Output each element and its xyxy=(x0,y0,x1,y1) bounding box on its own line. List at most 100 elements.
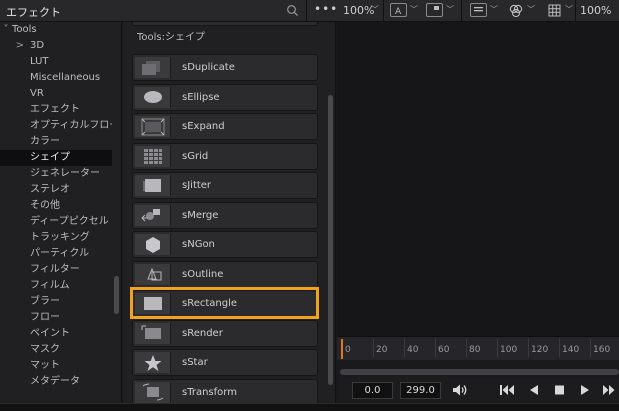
tool-item[interactable]: sStar xyxy=(132,349,318,376)
fast-forward-icon[interactable] xyxy=(601,382,618,398)
tree-item-label: フィルム xyxy=(30,280,70,291)
ruler-tick xyxy=(404,339,405,357)
tool-item[interactable]: sRender xyxy=(132,319,318,347)
grid-guides-icon[interactable] xyxy=(548,4,561,17)
tree-item[interactable]: マスク xyxy=(0,342,112,358)
text-overlay-icon[interactable]: A xyxy=(390,3,407,17)
chevron-right-icon[interactable]: > xyxy=(0,38,30,54)
ruler-tick-label: 80 xyxy=(469,345,481,355)
duplicate-icon xyxy=(135,57,171,78)
chevron-down-icon[interactable]: ﹀ xyxy=(446,4,454,15)
tree-item-label: エフェクト xyxy=(30,104,80,115)
tree-item[interactable]: メタデータ xyxy=(0,374,112,390)
tree-item-label: フロー xyxy=(30,312,60,323)
tree-item[interactable]: フロー xyxy=(0,310,112,326)
tree-item[interactable]: パーティクル xyxy=(0,246,112,262)
ruler-tick-label: 40 xyxy=(407,345,419,355)
chevron-down-icon[interactable]: ﹀ xyxy=(565,4,573,15)
current-frame-field[interactable]: 0.0 xyxy=(352,382,393,399)
tree-item[interactable]: ディープピクセル xyxy=(0,214,112,230)
tree-item[interactable]: シェイプ xyxy=(0,150,112,166)
tree-item[interactable]: エフェクト xyxy=(0,102,112,118)
ruler-tick xyxy=(435,339,436,357)
tree-item[interactable]: その他 xyxy=(0,198,112,214)
tool-item[interactable]: sEllipse xyxy=(132,83,318,111)
tree-item[interactable]: トラッキング xyxy=(0,230,112,246)
tree-item-label: その他 xyxy=(30,200,60,211)
tree-item-label: カラー xyxy=(30,136,60,147)
tree-item-label: フィルター xyxy=(30,264,80,275)
list-view-icon[interactable] xyxy=(470,3,487,17)
tool-item-label: sDuplicate xyxy=(182,62,235,73)
timeline-scrollbar[interactable] xyxy=(340,369,619,375)
play-reverse-icon[interactable] xyxy=(526,382,543,398)
tool-item[interactable]: sDuplicate xyxy=(132,54,318,81)
toolbar-divider xyxy=(575,0,576,22)
color-channels-icon[interactable] xyxy=(508,3,524,19)
ruler-tick xyxy=(466,339,467,357)
tree-item[interactable]: >3D xyxy=(0,38,112,54)
tree-item[interactable]: ステレオ xyxy=(0,182,112,198)
tree-scrollbar[interactable] xyxy=(114,276,119,314)
chevron-down-icon[interactable]: ﹀ xyxy=(490,4,498,15)
tool-item[interactable]: sTransform xyxy=(132,378,318,403)
ruler-tick xyxy=(497,339,498,357)
tool-item[interactable]: sJitter xyxy=(132,172,318,199)
bottom-status-strip xyxy=(0,403,619,411)
ngon-icon xyxy=(135,234,171,255)
tool-item-label: sMerge xyxy=(182,209,219,221)
tree-item[interactable]: Miscellaneous xyxy=(0,70,112,86)
tree-item[interactable]: カラー xyxy=(0,134,112,150)
playhead[interactable] xyxy=(341,339,343,359)
chevron-down-icon: ˅ xyxy=(3,24,9,35)
toolbar-divider xyxy=(383,0,384,22)
list-scrollbar[interactable] xyxy=(328,95,333,385)
chevron-down-icon[interactable]: ﹀ xyxy=(371,4,379,15)
tool-item[interactable]: sNGon xyxy=(132,231,318,258)
tree-item[interactable]: ペイント xyxy=(0,326,112,342)
star-icon xyxy=(135,352,171,373)
viewer-layout-icon[interactable] xyxy=(426,3,443,17)
ruler-tick-label: 160 xyxy=(593,345,611,355)
search-icon[interactable] xyxy=(286,4,299,17)
viewer-zoom-right[interactable]: 100% xyxy=(580,4,611,17)
tool-item-label: sNGon xyxy=(182,239,215,250)
ruler-tick-label: 120 xyxy=(531,345,549,355)
audio-icon[interactable] xyxy=(451,382,468,398)
tree-item[interactable]: フィルム xyxy=(0,278,112,294)
stop-icon[interactable] xyxy=(551,382,568,398)
merge-icon xyxy=(135,204,171,226)
render-icon xyxy=(135,322,171,344)
tree-item[interactable]: LUT xyxy=(0,54,112,70)
effects-tree: ˅ Tools >3D LUT Miscellaneous VR エフェクトオプティカルフ… xyxy=(0,22,122,403)
viewer-zoom-left[interactable]: 100% xyxy=(343,4,374,17)
tool-item[interactable]: sMerge xyxy=(132,201,318,229)
go-to-start-icon[interactable] xyxy=(499,382,516,398)
chevron-down-icon[interactable]: ﹀ xyxy=(527,4,535,15)
tree-item[interactable]: マット xyxy=(0,358,112,374)
tree-item[interactable]: VR xyxy=(0,86,112,102)
ruler-tick-label: 20 xyxy=(376,345,388,355)
end-frame-field[interactable]: 299.0 xyxy=(400,382,441,399)
toolbar-divider xyxy=(306,0,307,22)
tool-item[interactable]: sGrid xyxy=(132,142,318,170)
expand-icon xyxy=(135,116,171,137)
timeline-ruler[interactable]: 0 20 40 60 80 100 120 140 160 xyxy=(337,336,619,360)
partial-tool-item xyxy=(132,22,318,26)
more-options-icon[interactable]: ••• xyxy=(314,2,337,18)
panel-title: エフェクト xyxy=(6,6,61,19)
ellipse-icon xyxy=(135,86,171,108)
tree-item[interactable]: オプティカルフロー xyxy=(0,118,112,134)
outline-icon xyxy=(135,263,171,285)
tree-item[interactable]: ブラー xyxy=(0,294,112,310)
tree-root-tools[interactable]: ˅ Tools xyxy=(0,22,112,38)
tool-item[interactable]: sExpand xyxy=(132,113,318,140)
chevron-down-icon[interactable]: ﹀ xyxy=(410,4,418,15)
tool-item[interactable]: sOutline xyxy=(132,260,318,288)
tool-item-label: sEllipse xyxy=(182,91,220,103)
tree-item[interactable]: ジェネレーター xyxy=(0,166,112,182)
play-icon[interactable] xyxy=(576,382,593,398)
tree-item[interactable]: フィルター xyxy=(0,262,112,278)
tool-item-label: sStar xyxy=(182,357,208,368)
viewer-canvas[interactable] xyxy=(337,22,619,336)
